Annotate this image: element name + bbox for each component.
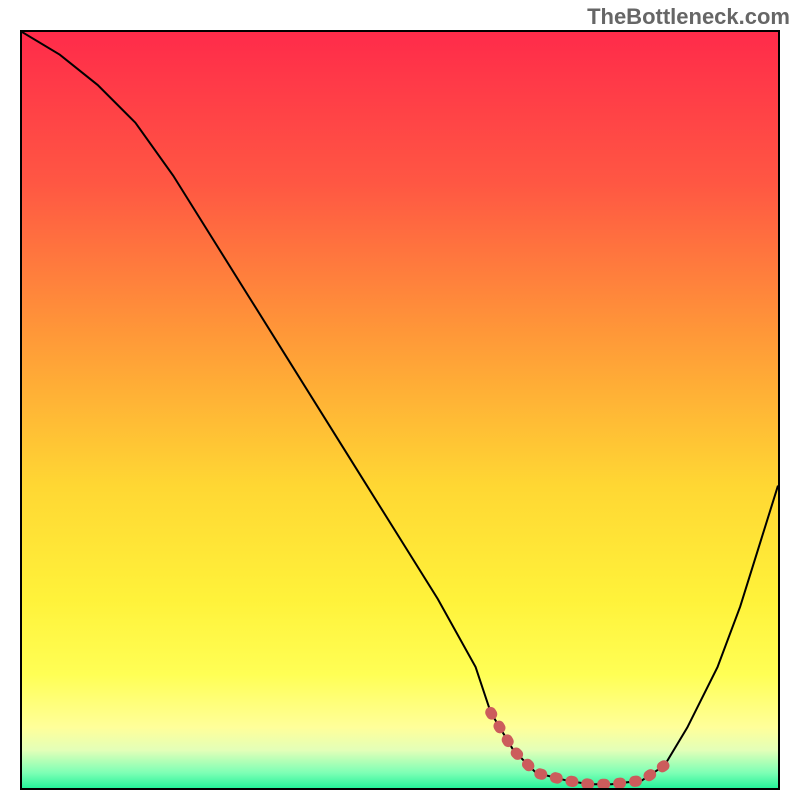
chart-frame xyxy=(20,30,780,790)
gradient-background xyxy=(22,32,778,788)
chart-plot xyxy=(22,32,778,788)
watermark-text: TheBottleneck.com xyxy=(587,4,790,30)
